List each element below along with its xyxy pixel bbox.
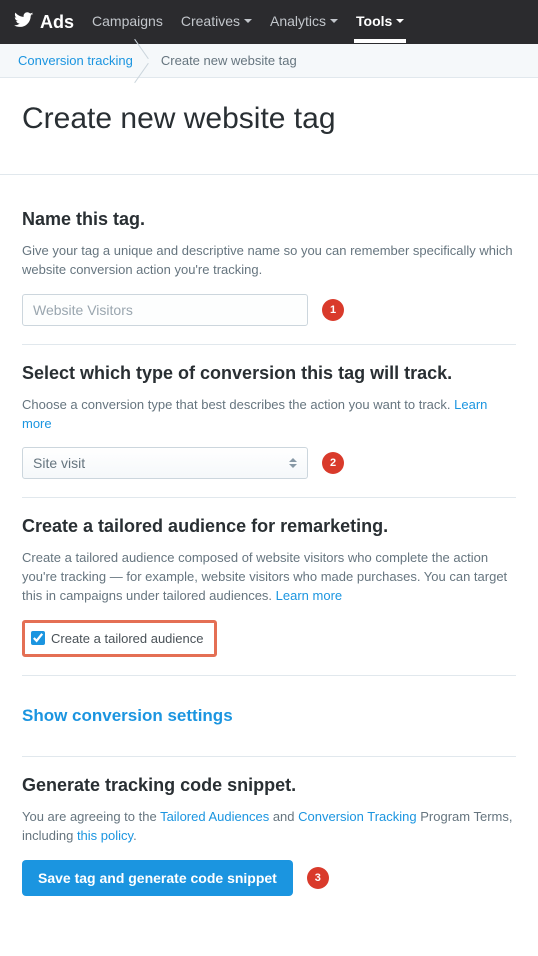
nav-label: Campaigns xyxy=(92,13,163,29)
nav-label: Analytics xyxy=(270,13,326,29)
section-description: Create a tailored audience composed of w… xyxy=(22,549,516,606)
learn-more-link[interactable]: Learn more xyxy=(276,588,342,603)
this-policy-link[interactable]: this policy xyxy=(77,828,133,843)
annotation-badge-2: 2 xyxy=(322,452,344,474)
section-heading: Generate tracking code snippet. xyxy=(22,775,516,796)
nav-campaigns[interactable]: Campaigns xyxy=(92,13,163,31)
breadcrumb-separator-icon xyxy=(137,44,157,78)
section-description: Choose a conversion type that best descr… xyxy=(22,396,516,434)
tailored-audiences-link[interactable]: Tailored Audiences xyxy=(160,809,269,824)
field-row: Save tag and generate code snippet 3 xyxy=(22,860,516,896)
brand-text: Ads xyxy=(40,12,74,33)
field-row: Site visit 2 xyxy=(22,447,516,479)
form-panel: Name this tag. Give your tag a unique an… xyxy=(0,174,538,956)
breadcrumb: Conversion tracking Create new website t… xyxy=(0,44,538,78)
brand-logo: Ads xyxy=(14,10,74,35)
top-nav: Ads Campaigns Creatives Analytics Tools xyxy=(0,0,538,44)
checkbox-label[interactable]: Create a tailored audience xyxy=(51,631,204,646)
chevron-down-icon xyxy=(396,19,404,23)
section-description: Give your tag a unique and descriptive n… xyxy=(22,242,516,280)
section-generate-snippet: Generate tracking code snippet. You are … xyxy=(22,756,516,914)
nav-analytics[interactable]: Analytics xyxy=(270,13,338,31)
annotation-badge-1: 1 xyxy=(322,299,344,321)
section-tailored-audience: Create a tailored audience for remarketi… xyxy=(22,497,516,675)
save-generate-button[interactable]: Save tag and generate code snippet xyxy=(22,860,293,896)
section-conversion-type: Select which type of conversion this tag… xyxy=(22,344,516,498)
tag-name-input[interactable]: Website Visitors xyxy=(22,294,308,326)
field-row: Website Visitors 1 xyxy=(22,294,516,326)
nav-creatives[interactable]: Creatives xyxy=(181,13,252,31)
input-placeholder: Website Visitors xyxy=(33,302,133,318)
section-heading: Name this tag. xyxy=(22,209,516,230)
annotation-badge-3: 3 xyxy=(307,867,329,889)
select-value: Site visit xyxy=(33,455,85,471)
breadcrumb-current: Create new website tag xyxy=(161,53,297,68)
twitter-icon xyxy=(14,10,34,35)
page-title: Create new website tag xyxy=(0,78,538,162)
nav-tools[interactable]: Tools xyxy=(356,13,404,31)
nav-label: Creatives xyxy=(181,13,240,29)
chevron-down-icon xyxy=(244,19,252,23)
tailored-audience-checkbox[interactable] xyxy=(31,631,45,645)
nav-label: Tools xyxy=(356,13,392,29)
conversion-tracking-link[interactable]: Conversion Tracking xyxy=(298,809,417,824)
breadcrumb-link-conversion-tracking[interactable]: Conversion tracking xyxy=(18,53,133,68)
tailored-audience-checkbox-highlight: Create a tailored audience xyxy=(22,620,217,657)
chevron-down-icon xyxy=(330,19,338,23)
section-description: You are agreeing to the Tailored Audienc… xyxy=(22,808,516,846)
section-heading: Select which type of conversion this tag… xyxy=(22,363,516,384)
select-arrows-icon xyxy=(289,458,297,468)
show-conversion-settings-toggle[interactable]: Show conversion settings xyxy=(22,706,516,726)
footer-gap xyxy=(22,914,516,950)
section-name-tag: Name this tag. Give your tag a unique an… xyxy=(22,191,516,344)
section-conversion-settings: Show conversion settings xyxy=(22,675,516,756)
conversion-type-select[interactable]: Site visit xyxy=(22,447,308,479)
section-heading: Create a tailored audience for remarketi… xyxy=(22,516,516,537)
